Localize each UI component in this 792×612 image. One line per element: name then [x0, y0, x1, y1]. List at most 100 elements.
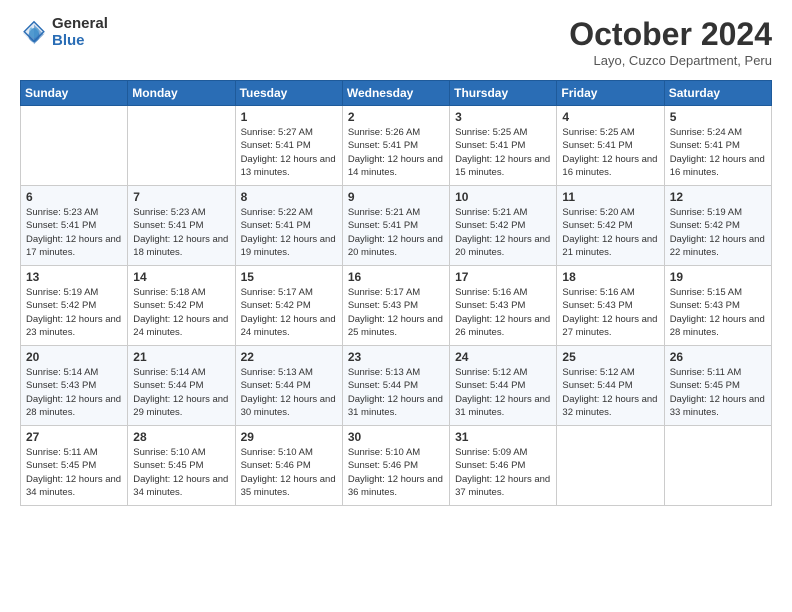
cell-detail: Sunrise: 5:10 AMSunset: 5:45 PMDaylight:… — [133, 446, 229, 499]
cell-detail: Sunrise: 5:10 AMSunset: 5:46 PMDaylight:… — [348, 446, 444, 499]
cell-detail: Sunrise: 5:23 AMSunset: 5:41 PMDaylight:… — [133, 206, 229, 259]
cell-date: 11 — [562, 190, 658, 204]
calendar-cell: 9 Sunrise: 5:21 AMSunset: 5:41 PMDaylight… — [342, 186, 449, 266]
daylight-text: Daylight: 12 hours and 18 minutes. — [133, 233, 229, 260]
sunrise-text: Sunrise: 5:23 AM — [26, 206, 122, 219]
daylight-text: Daylight: 12 hours and 24 minutes. — [133, 313, 229, 340]
sunrise-text: Sunrise: 5:19 AM — [670, 206, 766, 219]
cell-detail: Sunrise: 5:22 AMSunset: 5:41 PMDaylight:… — [241, 206, 337, 259]
week-row-5: 27Sunrise: 5:11 AMSunset: 5:45 PMDayligh… — [21, 426, 772, 506]
daylight-text: Daylight: 12 hours and 34 minutes. — [133, 473, 229, 500]
daylight-text: Daylight: 12 hours and 28 minutes. — [26, 393, 122, 420]
cell-detail: Sunrise: 5:19 AMSunset: 5:42 PMDaylight:… — [26, 286, 122, 339]
calendar-cell: 8 Sunrise: 5:22 AMSunset: 5:41 PMDaylight… — [235, 186, 342, 266]
sunrise-text: Sunrise: 5:23 AM — [133, 206, 229, 219]
cell-date: 18 — [562, 270, 658, 284]
daylight-text: Daylight: 12 hours and 32 minutes. — [562, 393, 658, 420]
sunset-text: Sunset: 5:42 PM — [133, 299, 229, 312]
sunrise-text: Sunrise: 5:14 AM — [133, 366, 229, 379]
sunrise-text: Sunrise: 5:12 AM — [455, 366, 551, 379]
sunrise-text: Sunrise: 5:10 AM — [133, 446, 229, 459]
calendar-cell: 16Sunrise: 5:17 AMSunset: 5:43 PMDayligh… — [342, 266, 449, 346]
cell-detail: Sunrise: 5:09 AMSunset: 5:46 PMDaylight:… — [455, 446, 551, 499]
calendar-cell: 21Sunrise: 5:14 AMSunset: 5:44 PMDayligh… — [128, 346, 235, 426]
logo: General Blue — [20, 16, 108, 49]
daylight-text: Daylight: 12 hours and 21 minutes. — [562, 233, 658, 260]
cell-detail: Sunrise: 5:27 AMSunset: 5:41 PMDaylight:… — [241, 126, 337, 179]
cell-detail: Sunrise: 5:24 AMSunset: 5:41 PMDaylight:… — [670, 126, 766, 179]
page: General Blue October 2024 Layo, Cuzco De… — [0, 0, 792, 612]
sunset-text: Sunset: 5:46 PM — [455, 459, 551, 472]
cell-detail: Sunrise: 5:14 AMSunset: 5:44 PMDaylight:… — [133, 366, 229, 419]
cell-date: 31 — [455, 430, 551, 444]
sunrise-text: Sunrise: 5:12 AM — [562, 366, 658, 379]
sunset-text: Sunset: 5:42 PM — [670, 219, 766, 232]
daylight-text: Daylight: 12 hours and 24 minutes. — [241, 313, 337, 340]
sunset-text: Sunset: 5:43 PM — [562, 299, 658, 312]
cell-date: 8 — [241, 190, 337, 204]
cell-date: 24 — [455, 350, 551, 364]
sunrise-text: Sunrise: 5:25 AM — [562, 126, 658, 139]
calendar-cell: 11Sunrise: 5:20 AMSunset: 5:42 PMDayligh… — [557, 186, 664, 266]
cell-date: 23 — [348, 350, 444, 364]
day-header-sunday: Sunday — [21, 81, 128, 106]
sunrise-text: Sunrise: 5:20 AM — [562, 206, 658, 219]
daylight-text: Daylight: 12 hours and 17 minutes. — [26, 233, 122, 260]
sunrise-text: Sunrise: 5:10 AM — [241, 446, 337, 459]
calendar-cell: 20Sunrise: 5:14 AMSunset: 5:43 PMDayligh… — [21, 346, 128, 426]
daylight-text: Daylight: 12 hours and 28 minutes. — [670, 313, 766, 340]
cell-date: 6 — [26, 190, 122, 204]
cell-detail: Sunrise: 5:11 AMSunset: 5:45 PMDaylight:… — [26, 446, 122, 499]
sunrise-text: Sunrise: 5:26 AM — [348, 126, 444, 139]
sunset-text: Sunset: 5:46 PM — [241, 459, 337, 472]
calendar-cell — [21, 106, 128, 186]
sunrise-text: Sunrise: 5:16 AM — [562, 286, 658, 299]
sunrise-text: Sunrise: 5:27 AM — [241, 126, 337, 139]
calendar-cell: 24Sunrise: 5:12 AMSunset: 5:44 PMDayligh… — [450, 346, 557, 426]
calendar-cell: 5Sunrise: 5:24 AMSunset: 5:41 PMDaylight… — [664, 106, 771, 186]
sunset-text: Sunset: 5:44 PM — [562, 379, 658, 392]
daylight-text: Daylight: 12 hours and 15 minutes. — [455, 153, 551, 180]
cell-detail: Sunrise: 5:21 AMSunset: 5:42 PMDaylight:… — [455, 206, 551, 259]
cell-date: 13 — [26, 270, 122, 284]
calendar-cell: 2Sunrise: 5:26 AMSunset: 5:41 PMDaylight… — [342, 106, 449, 186]
cell-date: 15 — [241, 270, 337, 284]
calendar-cell: 23Sunrise: 5:13 AMSunset: 5:44 PMDayligh… — [342, 346, 449, 426]
sunrise-text: Sunrise: 5:11 AM — [670, 366, 766, 379]
cell-date: 30 — [348, 430, 444, 444]
calendar-cell: 27Sunrise: 5:11 AMSunset: 5:45 PMDayligh… — [21, 426, 128, 506]
sunrise-text: Sunrise: 5:15 AM — [670, 286, 766, 299]
cell-date: 26 — [670, 350, 766, 364]
calendar-cell: 3Sunrise: 5:25 AMSunset: 5:41 PMDaylight… — [450, 106, 557, 186]
cell-detail: Sunrise: 5:15 AMSunset: 5:43 PMDaylight:… — [670, 286, 766, 339]
calendar-cell — [128, 106, 235, 186]
daylight-text: Daylight: 12 hours and 16 minutes. — [562, 153, 658, 180]
calendar-cell: 30 Sunrise: 5:10 AMSunset: 5:46 PMDayligh… — [342, 426, 449, 506]
sunrise-text: Sunrise: 5:21 AM — [348, 206, 444, 219]
header-row: SundayMondayTuesdayWednesdayThursdayFrid… — [21, 81, 772, 106]
cell-date: 25 — [562, 350, 658, 364]
cell-date: 22 — [241, 350, 337, 364]
sunset-text: Sunset: 5:43 PM — [348, 299, 444, 312]
cell-date: 1 — [241, 110, 337, 124]
week-row-2: 6 Sunrise: 5:23 AMSunset: 5:41 PMDaylight… — [21, 186, 772, 266]
sunset-text: Sunset: 5:41 PM — [455, 139, 551, 152]
daylight-text: Daylight: 12 hours and 26 minutes. — [455, 313, 551, 340]
daylight-text: Daylight: 12 hours and 27 minutes. — [562, 313, 658, 340]
title-block: October 2024 Layo, Cuzco Department, Per… — [569, 16, 772, 68]
sunrise-text: Sunrise: 5:16 AM — [455, 286, 551, 299]
cell-date: 19 — [670, 270, 766, 284]
cell-detail: Sunrise: 5:23 AMSunset: 5:41 PMDaylight:… — [26, 206, 122, 259]
cell-detail: Sunrise: 5:17 AMSunset: 5:42 PMDaylight:… — [241, 286, 337, 339]
calendar-cell: 31 Sunrise: 5:09 AMSunset: 5:46 PMDayligh… — [450, 426, 557, 506]
sunrise-text: Sunrise: 5:17 AM — [241, 286, 337, 299]
cell-date: 2 — [348, 110, 444, 124]
cell-detail: Sunrise: 5:21 AMSunset: 5:41 PMDaylight:… — [348, 206, 444, 259]
logo-text: General Blue — [52, 16, 108, 49]
daylight-text: Daylight: 12 hours and 37 minutes. — [455, 473, 551, 500]
week-row-4: 20Sunrise: 5:14 AMSunset: 5:43 PMDayligh… — [21, 346, 772, 426]
cell-detail: Sunrise: 5:18 AMSunset: 5:42 PMDaylight:… — [133, 286, 229, 339]
sunset-text: Sunset: 5:42 PM — [26, 299, 122, 312]
cell-date: 9 — [348, 190, 444, 204]
calendar-cell: 4Sunrise: 5:25 AMSunset: 5:41 PMDaylight… — [557, 106, 664, 186]
